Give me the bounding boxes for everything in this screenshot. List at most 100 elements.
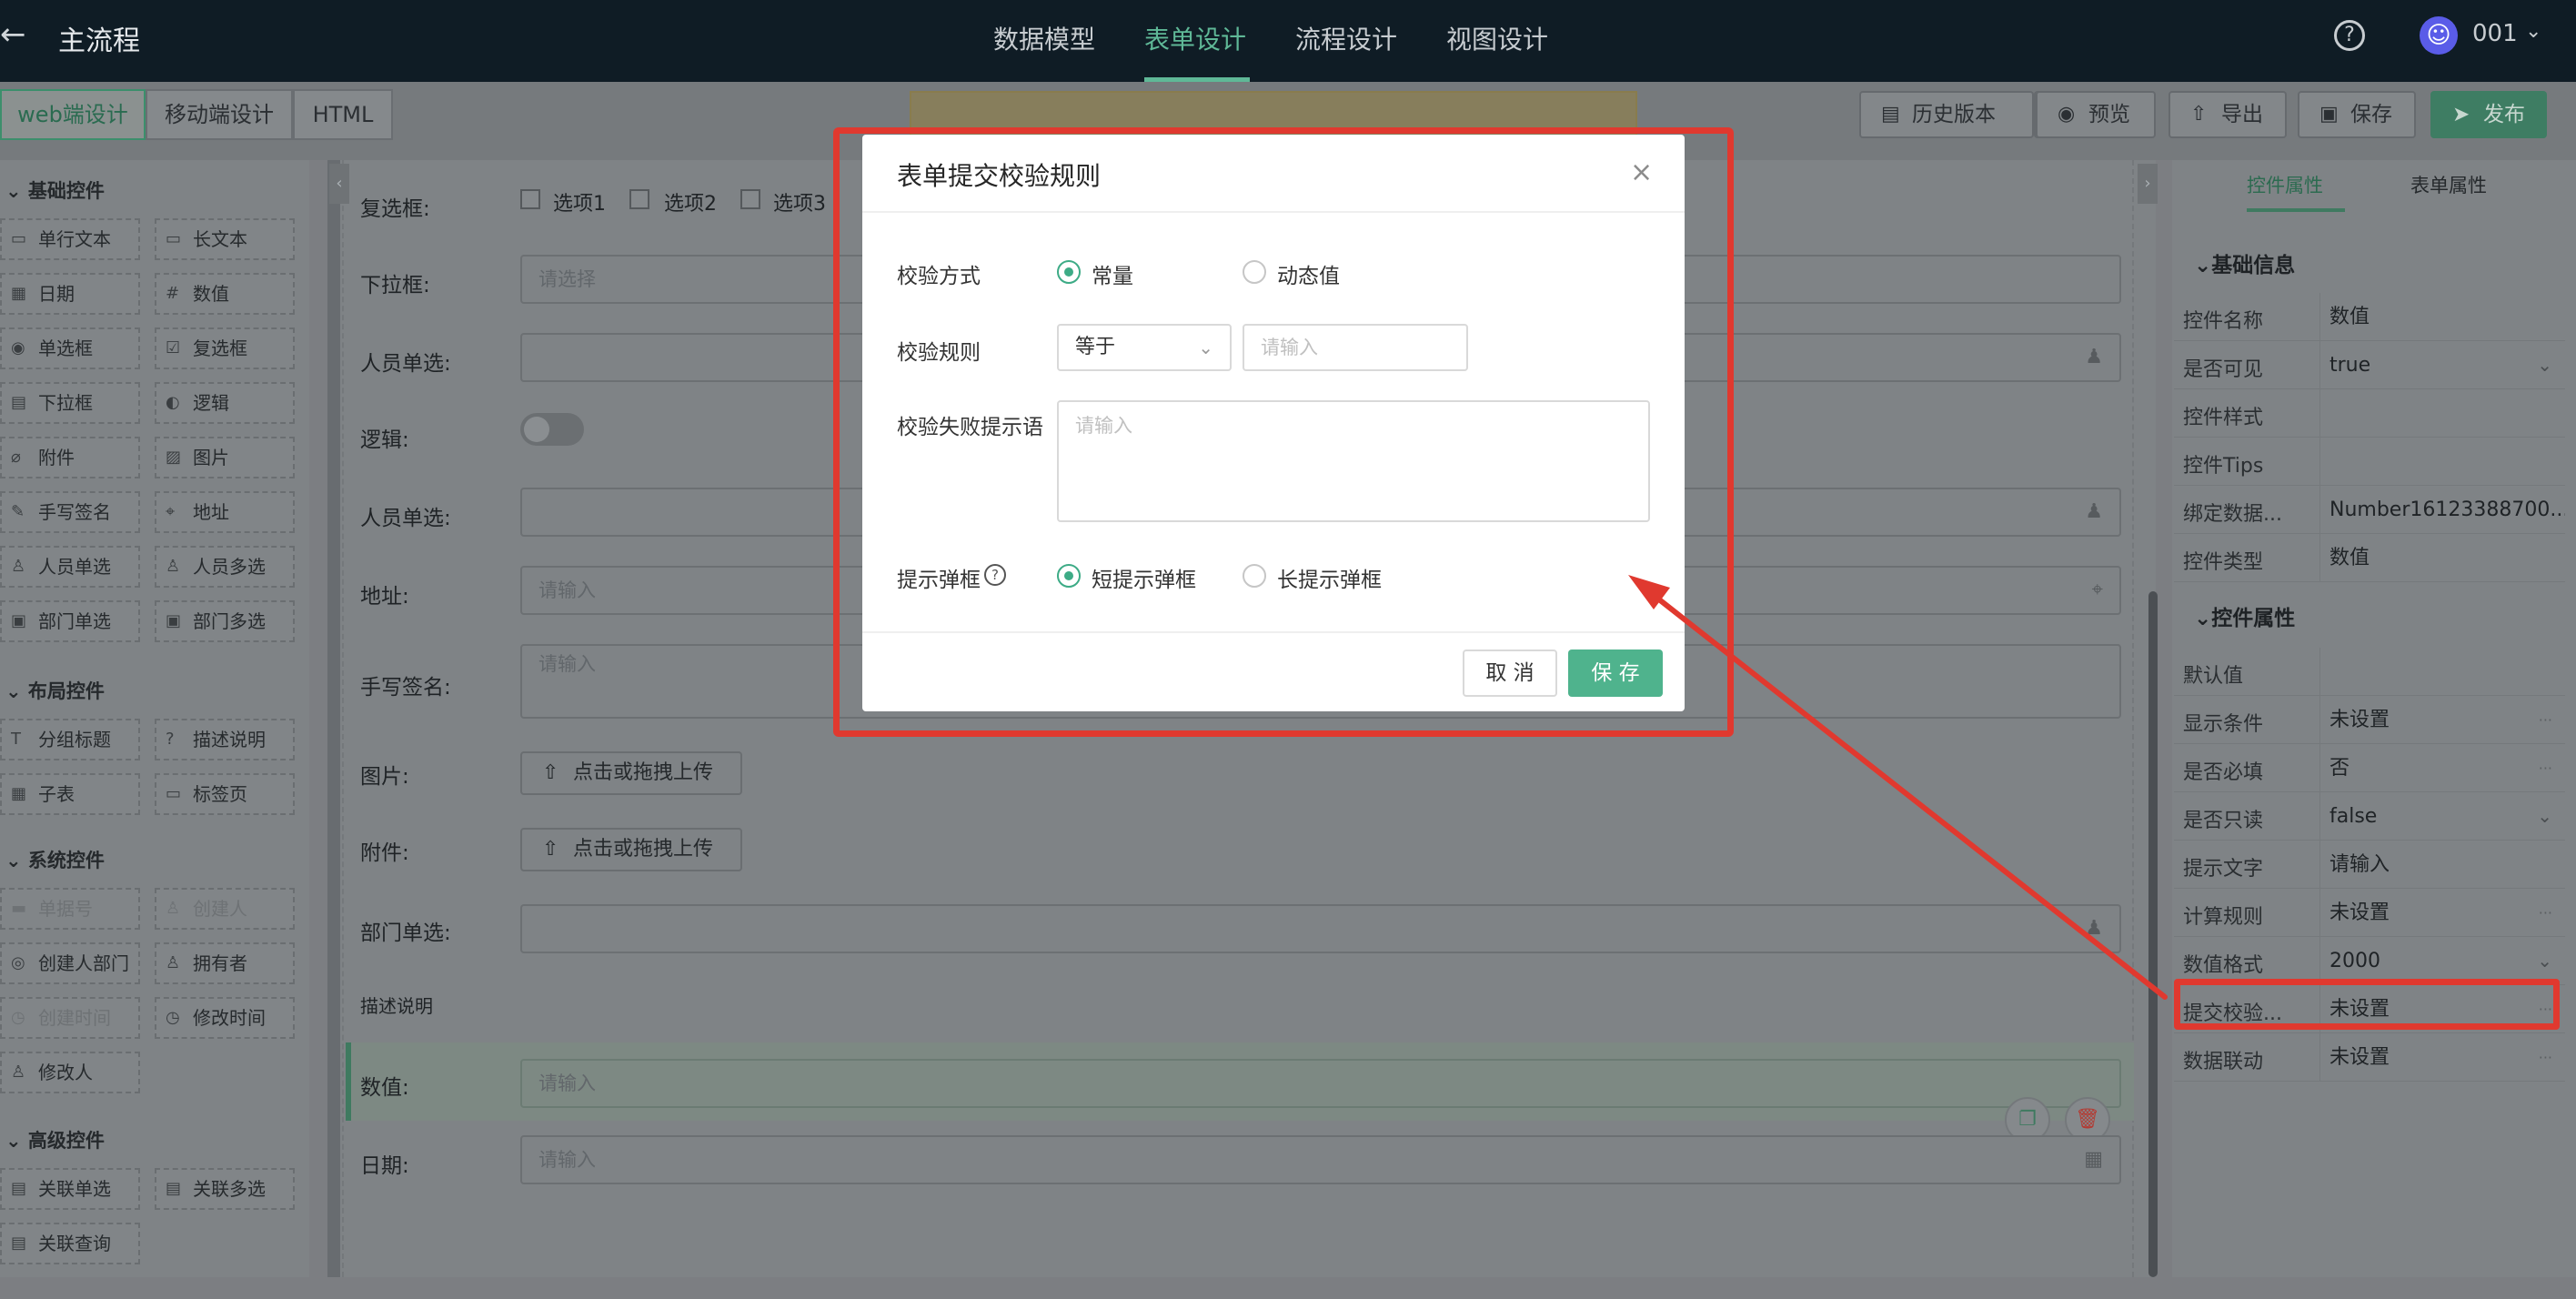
export-icon: ⇧ xyxy=(2190,103,2208,126)
checkbox[interactable] xyxy=(520,189,540,209)
group-title-basic[interactable]: ⌄ 基础控件 xyxy=(5,176,105,204)
palette-item[interactable]: ? 描述说明 xyxy=(155,719,295,760)
logic-toggle[interactable] xyxy=(520,413,584,446)
prop-row[interactable]: 控件样式 xyxy=(2174,389,2565,438)
palette-item[interactable]: ▦ 日期 xyxy=(0,273,140,315)
tab-process-design[interactable]: 流程设计 xyxy=(1295,20,1397,56)
palette-item: ♙ 创建人 xyxy=(155,888,295,930)
date-input[interactable]: 请输入 ▦ xyxy=(520,1135,2121,1184)
history-button[interactable]: ▤ 历史版本 xyxy=(1859,91,2034,138)
palette-item[interactable]: ▤ 关联单选 xyxy=(0,1168,140,1210)
mode-web-button[interactable]: web端设计 xyxy=(0,89,146,140)
avatar[interactable]: ☺ xyxy=(2420,16,2458,55)
chevron-right-icon[interactable]: › xyxy=(2138,164,2158,204)
chevron-left-icon[interactable]: ‹ xyxy=(329,164,349,204)
checkbox[interactable] xyxy=(740,189,760,209)
toggle-icon: ◐ xyxy=(166,393,180,412)
prop-row[interactable]: 控件名称 数值 xyxy=(2174,293,2565,341)
group-title-layout[interactable]: ⌄ 布局控件 xyxy=(5,677,105,704)
tab-control-props[interactable]: 控件属性 xyxy=(2247,171,2323,198)
palette-item[interactable]: ▤ 下拉框 xyxy=(0,382,140,424)
palette-item[interactable]: ▣ 部门单选 xyxy=(0,600,140,642)
image-upload-button[interactable]: ⇧ 点击或拖拽上传 xyxy=(520,751,742,795)
tabs-icon: ▭ xyxy=(166,784,182,803)
username[interactable]: 001 xyxy=(2472,20,2518,47)
tab-form-props[interactable]: 表单属性 xyxy=(2410,171,2487,198)
tab-view-design[interactable]: 视图设计 xyxy=(1446,20,1548,56)
heading-icon: T xyxy=(11,730,21,749)
prop-row[interactable]: 数据联动 未设置 ··· xyxy=(2174,1033,2565,1082)
send-icon: ➤ xyxy=(2452,103,2470,126)
field-label: 逻辑: xyxy=(360,428,409,452)
palette-item: ◷ 创建时间 xyxy=(0,997,140,1039)
prop-row[interactable]: 是否可见 true ⌄ xyxy=(2174,341,2565,389)
section-control-props[interactable]: ⌄控件属性 xyxy=(2194,600,2295,631)
question-circle-icon[interactable]: ? xyxy=(2334,20,2365,51)
chevron-down-icon[interactable]: ⌄ xyxy=(2525,20,2541,43)
palette-item[interactable]: ◐ 逻辑 xyxy=(155,382,295,424)
arrow-left-icon[interactable]: ← xyxy=(0,16,36,53)
group-title-system[interactable]: ⌄ 系统控件 xyxy=(5,846,105,873)
vertical-scrollbar[interactable] xyxy=(2148,591,2158,1277)
group-title-advanced[interactable]: ⌄ 高级控件 xyxy=(5,1126,105,1153)
tab-data-model[interactable]: 数据模型 xyxy=(993,20,1095,56)
prop-row[interactable]: 提示文字 请输入 xyxy=(2174,841,2565,889)
palette-item[interactable]: ☑ 复选框 xyxy=(155,327,295,369)
palette-item[interactable]: ▤ 关联多选 xyxy=(155,1168,295,1210)
ellipsis-icon: ··· xyxy=(2538,904,2552,921)
users-icon: ♙ xyxy=(166,557,181,576)
palette-item[interactable]: ▭ 长文本 xyxy=(155,218,295,260)
palette-item[interactable]: ▦ 子表 xyxy=(0,773,140,815)
save-button[interactable]: ▣ 保存 xyxy=(2298,91,2416,138)
palette-item[interactable]: ▭ 标签页 xyxy=(155,773,295,815)
section-basic-info[interactable]: ⌄基础信息 xyxy=(2194,247,2295,278)
palette-item[interactable]: ◷ 修改时间 xyxy=(155,997,295,1039)
prop-row[interactable]: 控件类型 数值 xyxy=(2174,534,2565,582)
field-label: 人员单选: xyxy=(360,352,451,376)
palette-item[interactable]: ⌖ 地址 xyxy=(155,491,295,533)
textarea-icon: ▭ xyxy=(166,229,182,248)
palette-item[interactable]: # 数值 xyxy=(155,273,295,315)
departments-icon: ▣ xyxy=(166,611,182,630)
mode-mobile-button[interactable]: 移动端设计 xyxy=(146,89,293,140)
preview-button[interactable]: ◉ 预览 xyxy=(2036,91,2156,138)
field-label: 复选框: xyxy=(360,197,430,221)
mode-html-button[interactable]: HTML xyxy=(293,89,393,140)
palette-item[interactable]: ♙ 人员多选 xyxy=(155,546,295,588)
department-icon: ▣ xyxy=(11,611,27,630)
prop-row[interactable]: 计算规则 未设置 ··· xyxy=(2174,889,2565,937)
export-button[interactable]: ⇧ 导出 xyxy=(2168,91,2287,138)
attachment-upload-button[interactable]: ⇧ 点击或拖拽上传 xyxy=(520,828,742,871)
link-icon: ▤ xyxy=(11,1179,27,1198)
publish-button[interactable]: ➤ 发布 xyxy=(2430,91,2547,138)
tab-form-design[interactable]: 表单设计 xyxy=(1144,20,1246,56)
palette-item[interactable]: T 分组标题 xyxy=(0,719,140,760)
palette-item[interactable]: ◉ 单选框 xyxy=(0,327,140,369)
palette-item[interactable]: ▣ 部门多选 xyxy=(155,600,295,642)
palette-item[interactable]: ♙ 拥有者 xyxy=(155,942,295,984)
checkbox[interactable] xyxy=(629,189,649,209)
prop-row[interactable]: 控件Tips xyxy=(2174,438,2565,486)
palette-item[interactable]: ♙ 人员单选 xyxy=(0,546,140,588)
palette-item[interactable]: ◎ 创建人部门 xyxy=(0,942,140,984)
canvas-left-gutter xyxy=(327,160,340,1277)
palette-item[interactable]: ✎ 手写签名 xyxy=(0,491,140,533)
prop-row[interactable]: 是否必填否 ··· xyxy=(2174,744,2565,792)
palette-item[interactable]: ⌀ 附件 xyxy=(0,437,140,478)
ellipsis-icon: ··· xyxy=(2538,1049,2552,1066)
prop-row[interactable]: 显示条件 未设置 ··· xyxy=(2174,696,2565,744)
field-label: 数值: xyxy=(360,1076,409,1100)
palette-item[interactable]: ▤ 关联查询 xyxy=(0,1223,140,1264)
palette-item[interactable]: ▨ 图片 xyxy=(155,437,295,478)
barcode-icon: ▬ xyxy=(11,899,27,918)
prop-row[interactable]: 是否只读 false ⌄ xyxy=(2174,792,2565,841)
prop-row[interactable]: 默认值 xyxy=(2174,648,2565,696)
annotation-box xyxy=(2174,979,2560,1030)
department-icon: ◎ xyxy=(11,953,25,972)
palette-item[interactable]: ♙ 修改人 xyxy=(0,1052,140,1093)
palette-item[interactable]: ▭ 单行文本 xyxy=(0,218,140,260)
prop-row[interactable]: 绑定数据... Number16123388700... xyxy=(2174,486,2565,534)
info-circle-icon: ? xyxy=(166,730,175,749)
department-picker-input[interactable]: ♟ xyxy=(520,904,2121,953)
number-input[interactable]: 请输入 xyxy=(520,1059,2121,1108)
